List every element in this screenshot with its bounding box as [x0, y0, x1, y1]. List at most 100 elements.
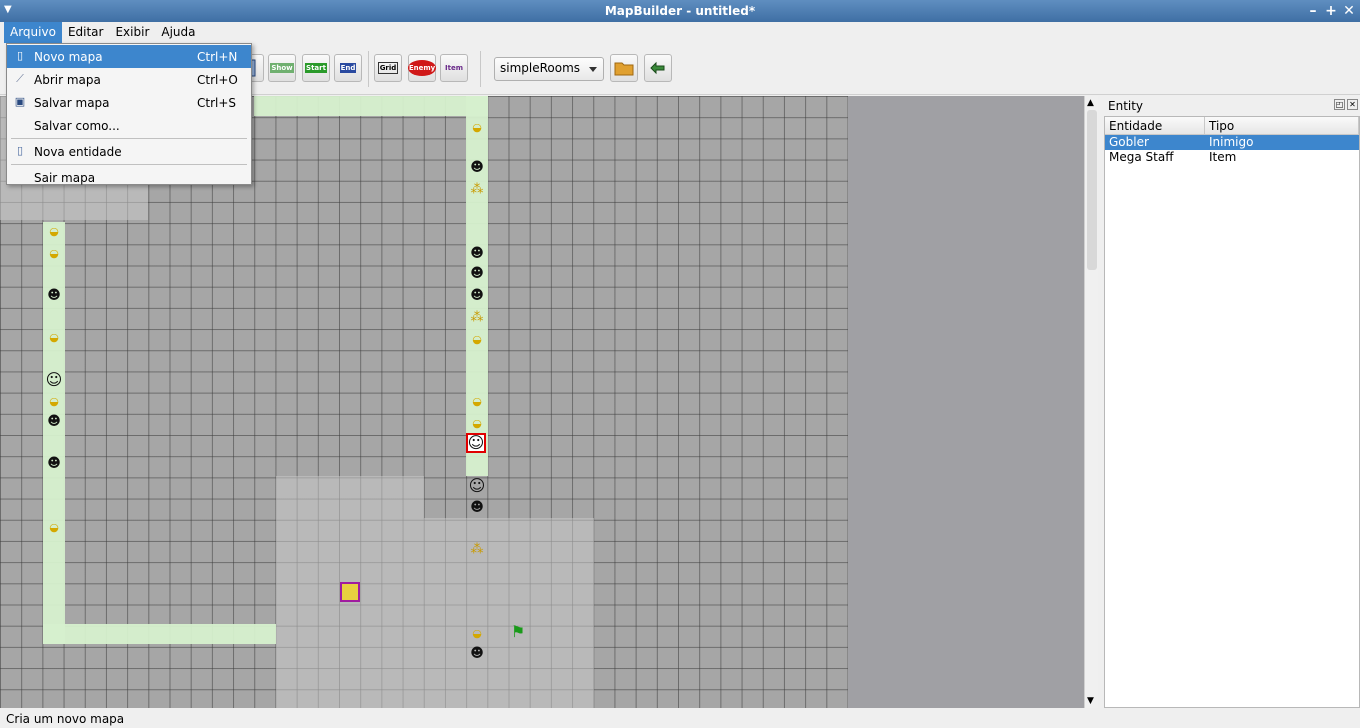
- boss-icon[interactable]: ☺: [44, 370, 64, 390]
- map-vertical-scrollbar[interactable]: ▲ ▼: [1084, 96, 1098, 708]
- gobler-icon[interactable]: ◒: [46, 394, 62, 410]
- new-entity-icon: ▯: [16, 144, 24, 157]
- gobler-icon[interactable]: ◒: [46, 246, 62, 262]
- entity-table: Entidade Tipo Gobler Inimigo Mega Staff …: [1104, 116, 1360, 708]
- show-button[interactable]: Show: [268, 54, 296, 82]
- start-button[interactable]: Start: [302, 54, 330, 82]
- menu-item-label: Sair mapa: [34, 170, 96, 185]
- chevron-down-icon: [589, 67, 597, 72]
- menu-item-label: Salvar como...: [34, 118, 120, 133]
- room-type-value: simpleRooms: [500, 61, 581, 75]
- menu-item-shortcut: Ctrl+S: [197, 95, 237, 110]
- menu-bar: Arquivo Editar Exibir Ajuda: [0, 22, 1360, 43]
- column-header-tipo[interactable]: Tipo: [1205, 117, 1359, 134]
- scroll-thumb[interactable]: [1087, 110, 1097, 270]
- item-button[interactable]: Item: [440, 54, 468, 82]
- entity-name: Mega Staff: [1109, 150, 1174, 164]
- gobler-icon[interactable]: ◒: [46, 224, 62, 240]
- room-type-select[interactable]: simpleRooms: [494, 57, 604, 81]
- start-flag-icon: Start: [305, 63, 327, 73]
- corridor: [254, 96, 488, 116]
- float-icon[interactable]: ◰: [1334, 99, 1345, 110]
- menu-exibir[interactable]: Exibir: [109, 22, 155, 43]
- menu-item-shortcut: Ctrl+O: [197, 72, 238, 87]
- apply-arrow-icon: [650, 61, 665, 75]
- player-start-icon[interactable]: [340, 582, 360, 602]
- gobler-icon[interactable]: ◒: [469, 120, 485, 136]
- gold-pile-icon[interactable]: ⁂: [469, 542, 485, 558]
- skull-icon[interactable]: ☻: [469, 500, 485, 516]
- menu-item-salvar-mapa[interactable]: ▣ Salvar mapa Ctrl+S: [7, 91, 251, 114]
- corridor: [43, 624, 276, 644]
- enemy-icon: Enemy: [407, 60, 437, 76]
- folder-icon: [614, 62, 634, 76]
- grid-icon: Grid: [377, 62, 399, 74]
- entity-type: Item: [1209, 150, 1237, 164]
- end-flag-icon[interactable]: ⚑: [510, 624, 526, 640]
- menu-arquivo[interactable]: Arquivo: [4, 22, 62, 43]
- entity-panel: Entity ◰ ✕ Entidade Tipo Gobler Inimigo …: [1102, 96, 1360, 708]
- gobler-icon[interactable]: ◒: [469, 332, 485, 348]
- menu-item-novo-mapa[interactable]: ▯ Novo mapa Ctrl+N: [7, 45, 251, 68]
- skull-icon[interactable]: ☻: [46, 456, 62, 472]
- corridor: [43, 222, 65, 644]
- menu-item-label: Abrir mapa: [34, 72, 101, 87]
- file-menu: ▯ Novo mapa Ctrl+N ⟋ Abrir mapa Ctrl+O ▣…: [6, 43, 252, 185]
- room-floor: [424, 518, 594, 708]
- end-button[interactable]: End: [334, 54, 362, 82]
- entity-name: Gobler: [1109, 135, 1149, 149]
- item-icon: Item: [445, 64, 463, 72]
- window-title: MapBuilder - untitled*: [604, 4, 756, 18]
- scroll-down-icon[interactable]: ▼: [1087, 696, 1094, 706]
- enemy-button[interactable]: Enemy: [407, 54, 437, 82]
- close-icon[interactable]: ✕: [1347, 99, 1358, 110]
- skull-icon[interactable]: ☻: [469, 646, 485, 662]
- menu-item-label: Salvar mapa: [34, 95, 110, 110]
- menu-item-salvar-como[interactable]: Salvar como...: [7, 114, 251, 137]
- gobler-icon[interactable]: ◒: [469, 416, 485, 432]
- menu-editar[interactable]: Editar: [62, 22, 110, 43]
- show-icon: Show: [270, 63, 294, 73]
- title-bar: ▼ MapBuilder - untitled* – + ✕: [0, 0, 1360, 22]
- menu-item-shortcut: Ctrl+N: [197, 49, 238, 64]
- skull-icon[interactable]: ☻: [469, 288, 485, 304]
- gobler-icon[interactable]: ◒: [469, 394, 485, 410]
- boss-icon[interactable]: ☺: [467, 476, 487, 496]
- close-icon[interactable]: ✕: [1342, 1, 1356, 21]
- status-bar: Cria um novo mapa: [0, 710, 1360, 728]
- open-folder-button[interactable]: [610, 54, 638, 82]
- menu-item-sair-mapa[interactable]: Sair mapa: [7, 166, 251, 189]
- gold-pile-icon[interactable]: ⁂: [469, 182, 485, 198]
- menu-separator: [11, 164, 247, 165]
- menu-item-label: Novo mapa: [34, 49, 103, 64]
- column-header-entidade[interactable]: Entidade: [1105, 117, 1205, 134]
- table-row[interactable]: Mega Staff Item: [1105, 150, 1359, 165]
- scroll-up-icon[interactable]: ▲: [1087, 98, 1094, 108]
- minimize-icon[interactable]: –: [1306, 1, 1320, 21]
- menu-item-label: Nova entidade: [34, 144, 122, 159]
- save-icon: ▣: [14, 95, 26, 108]
- menu-ajuda[interactable]: Ajuda: [155, 22, 201, 43]
- gobler-icon[interactable]: ◒: [46, 330, 62, 346]
- menu-item-abrir-mapa[interactable]: ⟋ Abrir mapa Ctrl+O: [7, 68, 251, 91]
- entity-panel-title: Entity: [1108, 99, 1144, 113]
- menu-separator: [11, 138, 247, 139]
- new-file-icon: ▯: [16, 49, 24, 62]
- maximize-icon[interactable]: +: [1324, 1, 1338, 21]
- table-row[interactable]: Gobler Inimigo: [1105, 135, 1359, 150]
- skull-icon[interactable]: ☻: [469, 266, 485, 282]
- skull-icon[interactable]: ☻: [46, 414, 62, 430]
- skull-icon[interactable]: ☻: [46, 288, 62, 304]
- skull-icon[interactable]: ☻: [469, 246, 485, 262]
- menu-item-nova-entidade[interactable]: ▯ Nova entidade: [7, 140, 251, 163]
- gobler-icon[interactable]: ◒: [46, 520, 62, 536]
- end-flag-icon: End: [339, 63, 357, 73]
- grid-button[interactable]: Grid: [374, 54, 402, 82]
- gobler-icon[interactable]: ◒: [469, 626, 485, 642]
- entity-type: Inimigo: [1209, 135, 1254, 149]
- gold-pile-icon[interactable]: ⁂: [469, 310, 485, 326]
- open-icon: ⟋: [16, 72, 24, 85]
- apply-button[interactable]: [644, 54, 672, 82]
- selected-boss-icon[interactable]: ☺: [466, 433, 486, 453]
- skull-icon[interactable]: ☻: [469, 160, 485, 176]
